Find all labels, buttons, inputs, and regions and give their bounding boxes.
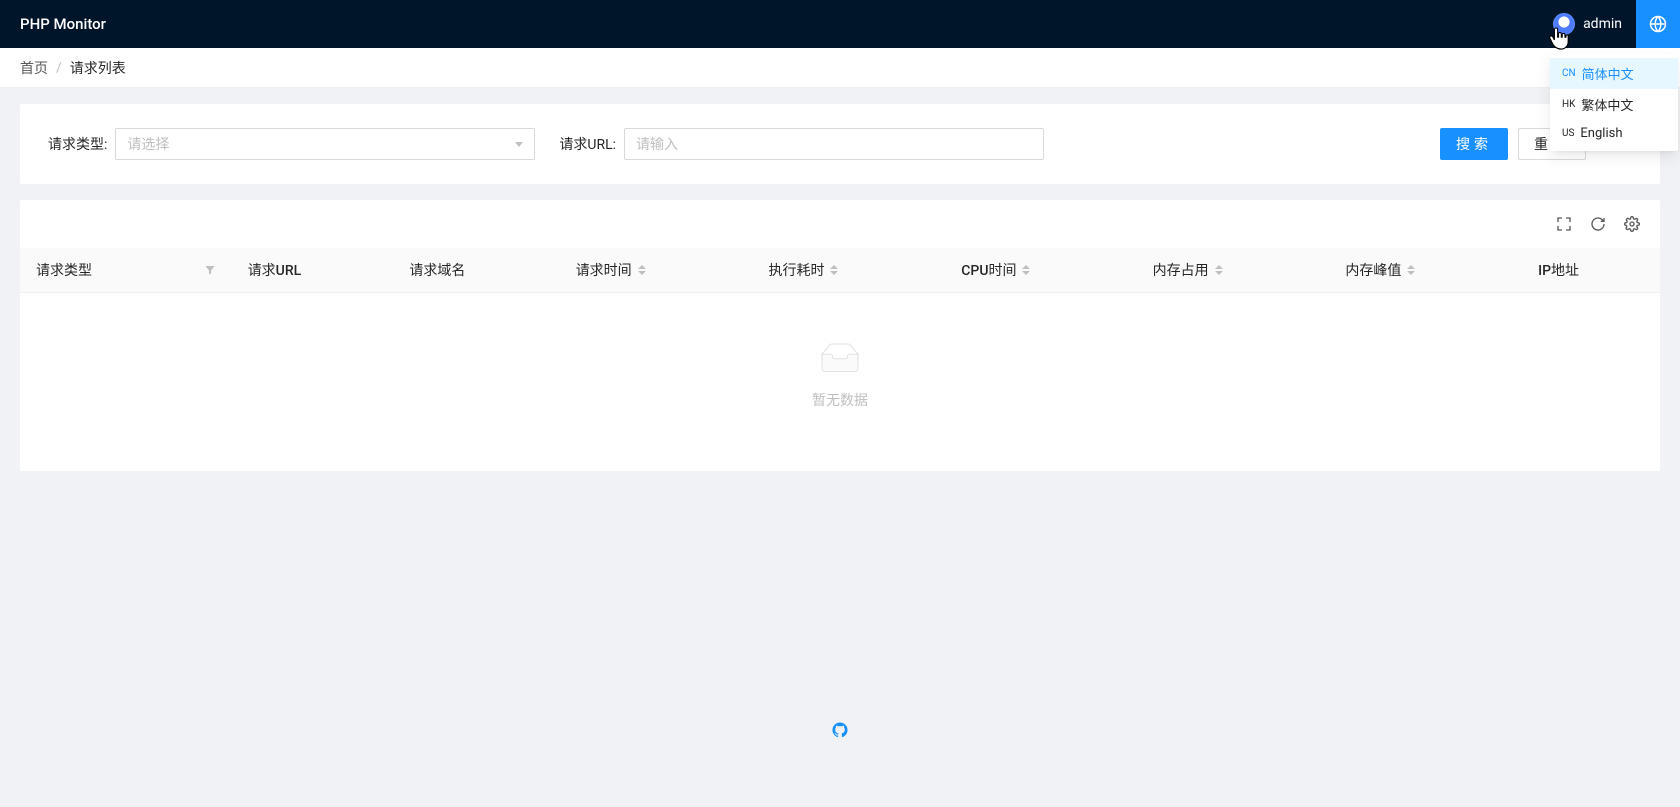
data-table: 请求类型 请求URL 请求域名 请求时间	[20, 248, 1660, 431]
filter-request-url: 请求URL:	[559, 128, 1044, 160]
settings-icon[interactable]	[1624, 216, 1640, 232]
app-title: PHP Monitor	[20, 15, 106, 33]
filter-panel: 请求类型: 请选择 请求URL: 搜索 重置 展开	[20, 104, 1660, 184]
filter-url-label: 请求URL:	[559, 134, 616, 154]
table-header-row: 请求类型 请求URL 请求域名 请求时间	[20, 248, 1660, 293]
lang-code: CN	[1562, 68, 1576, 79]
request-url-input[interactable]	[624, 128, 1044, 160]
empty-state: 暂无数据	[21, 294, 1659, 430]
avatar	[1553, 13, 1575, 35]
sort-icon	[1407, 265, 1415, 275]
col-cpu-time[interactable]: CPU时间	[945, 248, 1136, 293]
app-header: PHP Monitor admin	[0, 0, 1680, 48]
globe-icon	[1649, 15, 1667, 33]
col-request-type[interactable]: 请求类型	[20, 248, 232, 293]
footer-link[interactable]	[831, 721, 849, 743]
fullscreen-icon[interactable]	[1556, 216, 1572, 232]
col-request-time[interactable]: 请求时间	[560, 248, 753, 293]
breadcrumb-separator: /	[56, 60, 62, 76]
lang-item-cn[interactable]: CN 简体中文	[1550, 58, 1678, 89]
col-mem-peak[interactable]: 内存峰值	[1329, 248, 1522, 293]
breadcrumb: 首页 / 请求列表	[0, 48, 1680, 88]
lang-label: 简体中文	[1582, 64, 1634, 83]
filter-icon[interactable]	[204, 264, 216, 276]
language-dropdown: CN 简体中文 HK 繁体中文 US English	[1550, 54, 1678, 151]
request-type-select[interactable]: 请选择	[115, 128, 535, 160]
refresh-icon[interactable]	[1590, 216, 1606, 232]
col-exec-time[interactable]: 执行耗时	[752, 248, 945, 293]
empty-icon	[815, 342, 865, 378]
table-empty-row: 暂无数据	[20, 293, 1660, 432]
empty-text: 暂无数据	[21, 390, 1659, 410]
sort-icon	[1022, 265, 1030, 275]
sort-icon	[1215, 265, 1223, 275]
sort-icon	[638, 265, 646, 275]
lang-item-hk[interactable]: HK 繁体中文	[1550, 89, 1678, 120]
lang-code: US	[1562, 128, 1574, 139]
filter-type-label: 请求类型:	[48, 134, 107, 154]
table-panel: 请求类型 请求URL 请求域名 请求时间	[20, 200, 1660, 471]
sort-icon	[830, 265, 838, 275]
filter-request-type: 请求类型: 请选择	[48, 128, 535, 160]
user-menu[interactable]: admin	[1539, 0, 1636, 48]
col-mem-usage[interactable]: 内存占用	[1137, 248, 1330, 293]
lang-label: English	[1580, 126, 1622, 141]
lang-item-us[interactable]: US English	[1550, 120, 1678, 147]
username: admin	[1583, 16, 1622, 32]
breadcrumb-home[interactable]: 首页	[20, 58, 48, 78]
breadcrumb-current: 请求列表	[70, 58, 126, 78]
github-icon	[831, 721, 849, 739]
col-request-domain: 请求域名	[393, 248, 559, 293]
search-button[interactable]: 搜索	[1440, 128, 1508, 160]
col-ip-address: IP地址	[1522, 248, 1660, 293]
lang-code: HK	[1562, 99, 1575, 110]
lang-label: 繁体中文	[1581, 95, 1633, 114]
select-placeholder: 请选择	[127, 134, 169, 154]
table-toolbar	[20, 216, 1660, 248]
language-button[interactable]	[1636, 0, 1680, 48]
col-request-url: 请求URL	[232, 248, 394, 293]
